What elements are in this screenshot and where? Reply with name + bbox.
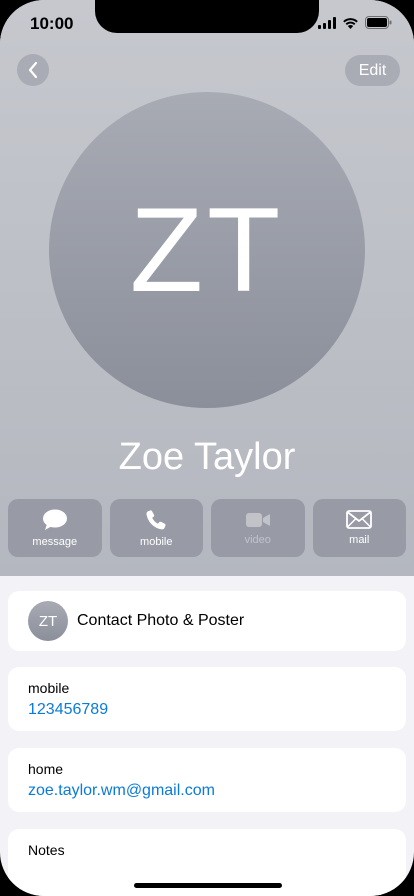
- battery-icon: [365, 16, 392, 29]
- status-time: 10:00: [30, 14, 74, 33]
- mail-action-label: mail: [349, 534, 370, 546]
- status-icons: [318, 16, 392, 29]
- small-avatar: ZT: [28, 601, 68, 641]
- home-indicator[interactable]: [134, 883, 282, 888]
- contact-avatar[interactable]: ZT: [49, 92, 365, 408]
- mail-action-button[interactable]: mail: [312, 499, 406, 557]
- mobile-action-label: mobile: [140, 535, 173, 548]
- home-email-card[interactable]: home zoe.taylor.wm@gmail.com: [8, 748, 406, 812]
- contact-detail-screen: 10:00 Edit ZT Zoe Taylor message mobile …: [0, 0, 414, 896]
- mobile-field-card[interactable]: mobile 123456789: [8, 667, 406, 731]
- mobile-phone-number[interactable]: 123456789: [28, 701, 108, 719]
- phone-icon: [146, 509, 166, 529]
- mobile-call-action-button[interactable]: mobile: [109, 499, 203, 557]
- edit-button[interactable]: Edit: [345, 55, 400, 86]
- contact-photo-poster-label: Contact Photo & Poster: [77, 612, 245, 629]
- contact-name: Zoe Taylor: [118, 436, 296, 478]
- mail-envelope-icon: [346, 510, 373, 529]
- message-action-button[interactable]: message: [8, 499, 102, 557]
- device-notch: [95, 0, 319, 33]
- chevron-left-icon: [28, 61, 38, 79]
- notes-label: Notes: [28, 842, 65, 858]
- wifi-icon: [342, 17, 359, 29]
- contact-photo-poster-row[interactable]: ZT Contact Photo & Poster: [8, 591, 406, 651]
- video-action-button[interactable]: video: [211, 499, 305, 557]
- home-field-label: home: [28, 761, 64, 777]
- mobile-field-label: mobile: [28, 680, 70, 696]
- contact-header: 10:00 Edit ZT Zoe Taylor message mobile …: [0, 0, 414, 576]
- cellular-signal-icon: [318, 16, 336, 29]
- video-camera-icon: [245, 512, 270, 527]
- quick-actions: message mobile video mail: [8, 499, 406, 557]
- video-action-label: video: [244, 533, 271, 546]
- message-action-label: message: [32, 535, 78, 548]
- home-email-address[interactable]: zoe.taylor.wm@gmail.com: [28, 782, 215, 800]
- back-button[interactable]: [17, 54, 49, 86]
- message-bubble-icon: [42, 509, 67, 530]
